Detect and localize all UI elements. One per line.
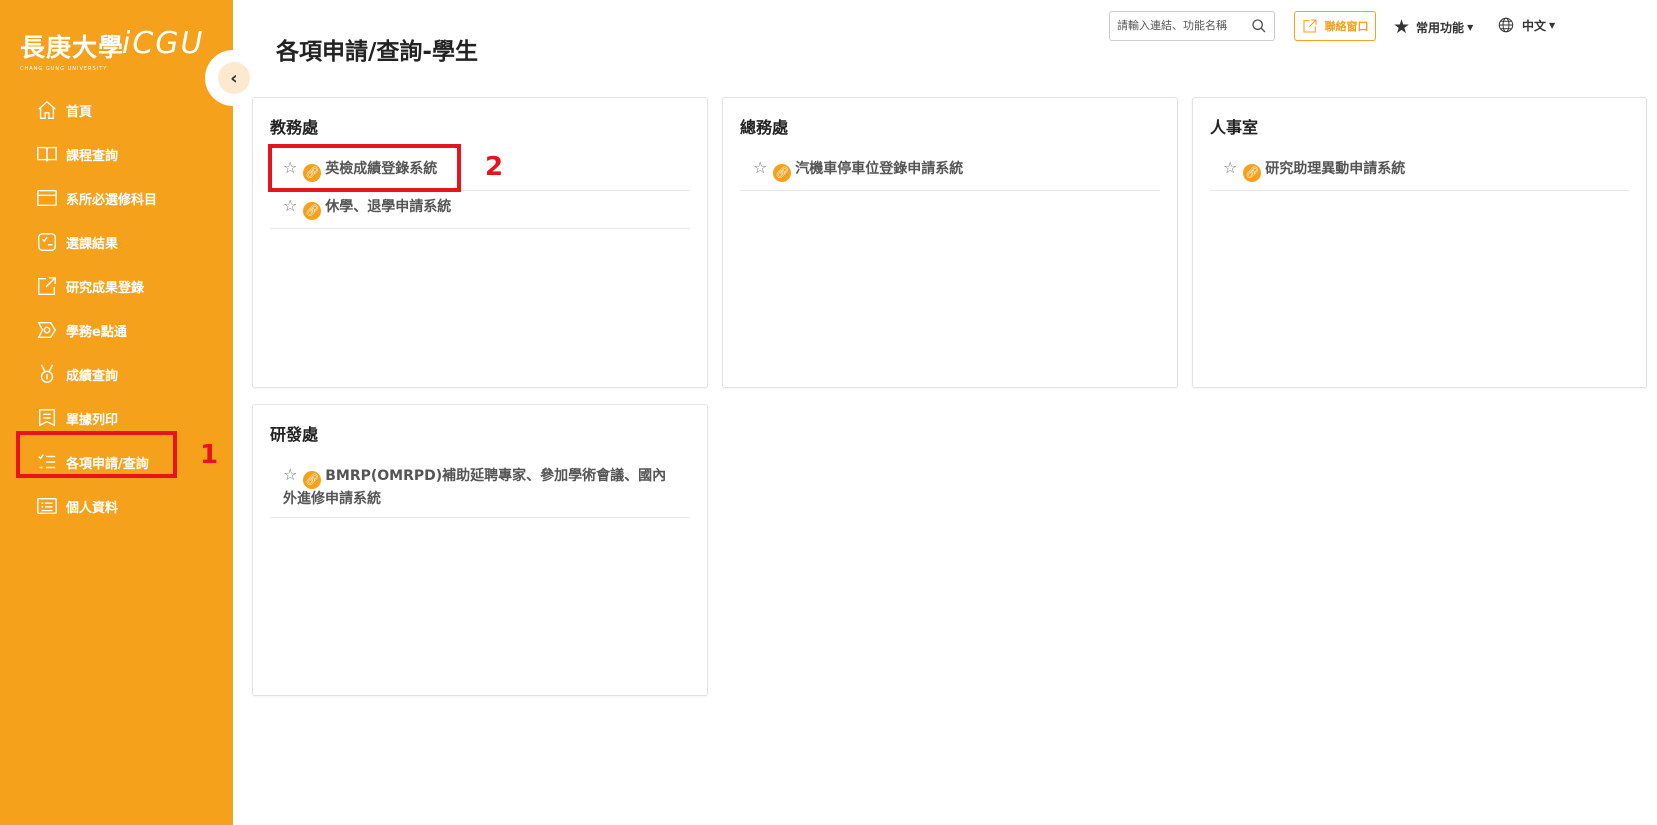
card-link-list: ☆ 🔗︎ 研究助理異動申請系統 [1210,153,1629,191]
language-menu[interactable]: 中文 ▼ [1497,16,1555,34]
favorites-label: 常用功能 [1416,20,1465,35]
list-item[interactable]: ☆ 🔗︎ 汽機車停車位登錄申請系統 [740,153,1160,191]
annotation-box-1 [16,431,177,478]
favorites-menu[interactable]: ★ 常用功能 ▼ [1393,16,1473,38]
card-link-list: ☆ 🔗︎ BMRP(OMRPD)補助延聘專家、參加學術會議、國內外進修申請系統 [270,460,690,518]
favorite-star-icon[interactable]: ☆ [1223,158,1237,177]
receipt-icon [36,407,58,429]
link-label: 休學、退學申請系統 [325,199,452,215]
sidebar-item-label: 研究成果登錄 [66,280,145,296]
link-icon: 🔗︎ [1243,164,1262,182]
university-logo[interactable]: 長庚大學 CHANG GUNG UNIVERSITY [20,28,124,72]
card-research-development: 研發處 ☆ 🔗︎ BMRP(OMRPD)補助延聘專家、參加學術會議、國內外進修申請… [252,404,708,696]
e-badge-icon [36,319,58,341]
star-icon: ★ [1393,16,1411,38]
link-label: 研究助理異動申請系統 [1265,161,1406,177]
sidebar-item-profile[interactable]: 個人資料 [0,484,233,528]
sidebar-item-selection-results[interactable]: 選課結果 [0,220,233,264]
list-item[interactable]: ☆ 🔗︎ 研究助理異動申請系統 [1210,153,1629,191]
link-icon: 🔗︎ [303,471,322,489]
annotation-box-2 [268,144,461,192]
book-icon [36,143,58,165]
search-input[interactable] [1110,19,1249,33]
sidebar-item-label: 首頁 [66,104,93,120]
favorite-star-icon[interactable]: ☆ [753,158,767,177]
list-item[interactable]: ☆ 🔗︎ BMRP(OMRPD)補助延聘專家、參加學術會議、國內外進修申請系統 [270,460,690,518]
chevron-left-icon: ‹ [230,67,238,89]
sidebar-item-label: 個人資料 [66,500,119,516]
sidebar-collapse-button[interactable]: ‹ [218,62,250,94]
search-icon[interactable] [1251,18,1267,34]
home-icon [36,99,58,121]
sidebar-item-grades[interactable]: 成績查詢 [0,352,233,396]
link-label: BMRP(OMRPD)補助延聘專家、參加學術會議、國內外進修申請系統 [283,468,667,507]
page-title: 各項申請/查詢-學生 [276,39,478,65]
card-title: 研發處 [270,425,319,444]
logo-name-en: CHANG GUNG UNIVERSITY [20,66,108,72]
logo-name-zh: 長庚大學 [20,33,125,62]
annotation-number-2: 2 [485,152,504,182]
card-personnel-office: 人事室 ☆ 🔗︎ 研究助理異動申請系統 [1192,97,1647,388]
sidebar-item-required-courses[interactable]: 系所必選修科目 [0,176,233,220]
annotation-number-1: 1 [200,440,219,470]
sidebar-item-label: 課程查詢 [66,148,119,164]
contact-button-label: 聯絡窗口 [1324,20,1369,33]
external-link-icon [36,275,58,297]
list-item[interactable]: ☆ 🔗︎ 休學、退學申請系統 [270,191,690,229]
search-box [1109,11,1275,41]
link-label: 汽機車停車位登錄申請系統 [795,161,964,177]
link-icon: 🔗︎ [773,164,792,182]
contact-button[interactable]: 聯絡窗口 [1294,11,1376,41]
sidebar-item-student-affairs[interactable]: 學務e點通 [0,308,233,352]
caret-down-icon: ▼ [1467,22,1474,32]
sidebar-item-label: 單據列印 [66,412,119,428]
window-icon [36,187,58,209]
link-icon: 🔗︎ [303,202,322,220]
card-general-affairs: 總務處 ☆ 🔗︎ 汽機車停車位登錄申請系統 [722,97,1178,388]
card-link-list: ☆ 🔗︎ 汽機車停車位登錄申請系統 [740,153,1160,191]
card-title: 總務處 [740,118,789,137]
system-logo: iCGU [122,26,205,61]
favorite-star-icon[interactable]: ☆ [283,465,297,484]
profile-list-icon [36,495,58,517]
card-title: 人事室 [1210,118,1259,137]
sidebar-item-course-search[interactable]: 課程查詢 [0,132,233,176]
globe-icon [1498,17,1514,33]
sidebar-item-home[interactable]: 首頁 [0,88,233,132]
sidebar: 長庚大學 CHANG GUNG UNIVERSITY iCGU 首頁 課程查詢 … [0,0,233,825]
favorite-star-icon[interactable]: ☆ [283,196,297,215]
card-title: 教務處 [270,118,319,137]
language-label: 中文 [1522,18,1547,33]
medal-icon [36,363,58,385]
card-academic-affairs: 教務處 ☆ 🔗︎ 英檢成績登錄系統 ☆ 🔗︎ 休學、退學申請系統 [252,97,708,388]
sidebar-item-label: 成績查詢 [66,368,119,384]
sidebar-item-label: 學務e點通 [66,324,127,340]
sidebar-item-label: 系所必選修科目 [66,192,158,208]
checklist-icon [36,231,58,253]
external-link-icon [1302,19,1317,33]
caret-down-icon: ▼ [1549,20,1556,30]
sidebar-item-label: 選課結果 [66,236,119,252]
sidebar-item-research-results[interactable]: 研究成果登錄 [0,264,233,308]
